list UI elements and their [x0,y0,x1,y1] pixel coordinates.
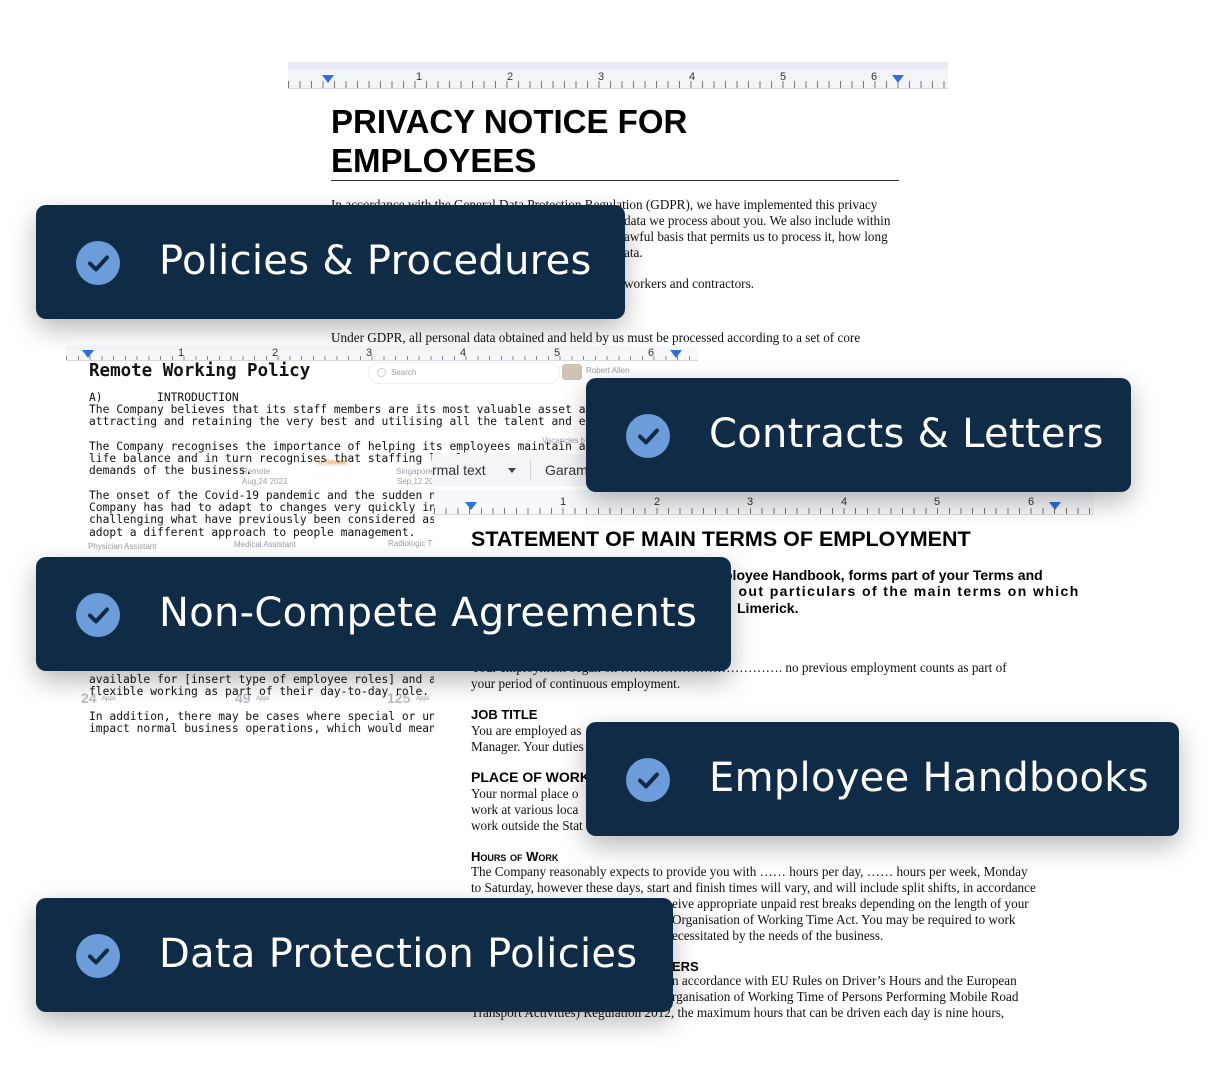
toolbar-separator [530,460,531,480]
avatar [562,364,582,380]
document-title: PRIVACY NOTICE FOR [331,103,688,140]
paragraph-line: data we process about you. We also inclu… [624,213,891,228]
section-heading: JOB TITLE [471,707,537,722]
badge-contracts-letters[interactable]: Contracts & Letters [586,378,1131,492]
badge-label: Employee Handbooks [709,755,1149,801]
check-circle-icon [626,414,670,458]
paragraph-line: eive appropriate unpaid rest breaks depe… [672,896,1029,911]
paragraph-line: Under GDPR, all personal data obtained a… [331,330,861,345]
badge-label: Data Protection Policies [159,931,638,977]
badge-data-protection-policies[interactable]: Data Protection Policies [36,898,673,1012]
document-title: Remote Working Policy [89,361,311,381]
paragraph-line: Organisation of Working Time Act. You ma… [672,912,1016,927]
badge-label: Policies & Procedures [159,238,592,284]
intro-bold-line: s out particulars of the main terms on w… [724,583,1080,599]
paragraph-line: workers and contractors. [624,276,754,291]
paragraph-line: adopt a different approach to people man… [89,526,416,539]
ruler-number: 6 [1027,496,1035,508]
paragraph-line: ata. [624,245,643,260]
chevron-down-icon[interactable] [508,468,516,473]
section-heading-text: JOB TITLE [471,707,538,722]
paragraph-line: impact normal business operations, which… [89,722,470,735]
faint-text: Physician Assistant [88,542,157,551]
document-title-line2: EMPLOYEES [331,142,537,179]
badge-policies-procedures[interactable]: Policies & Procedures [36,205,625,319]
paragraph-line: Your normal place o [471,786,579,801]
remote-ruler[interactable]: 1 2 3 4 5 6 [66,346,698,361]
check-circle-icon [76,593,120,637]
paragraph-line: The Company reasonably expects to provid… [471,864,1028,879]
ruler-number: 5 [933,496,941,508]
paragraph-line: challenging what have previously been co… [89,513,477,526]
paragraph-line: rganisation of Working Time of Persons P… [672,989,1019,1004]
check-circle-icon [76,934,120,978]
section-heading: ERS [672,959,699,974]
paragraph-line: awful basis that permits us to process i… [624,229,888,244]
intro-bold-line: Limerick. [737,600,799,616]
title-divider [331,180,899,181]
intro-bold-line: ployee Handbook, forms part of your Term… [724,567,1043,583]
badge-label: Contracts & Letters [709,411,1104,457]
faint-text: Singapore [396,467,433,476]
check-circle-icon [626,758,670,802]
statement-ruler[interactable]: 1 2 3 4 5 6 [434,490,1094,515]
search-icon [377,368,386,377]
badge-label: Non-Compete Agreements [159,590,698,636]
paragraph-line: demands of the business. [89,464,253,477]
faint-search-placeholder: Search [391,368,417,377]
paragraph-line: n accordance with EU Rules on Driver’s H… [672,973,1017,988]
paragraph-line: You are employed as [471,723,582,738]
section-heading: Hours of Work [471,849,559,864]
faint-text: Medical Assistant [234,540,296,549]
privacy-ruler[interactable]: 1 2 3 4 5 6 [288,62,948,89]
faint-search-field[interactable]: Search [368,362,560,384]
faint-text: Radiologic T [388,539,433,548]
paragraph-line: flexible working as part of their day-to… [89,685,430,698]
font-family-select[interactable]: Garam [545,462,588,478]
badge-employee-handbooks[interactable]: Employee Handbooks [586,722,1179,836]
paragraph-line: ecessitated by the needs of the business… [672,928,884,943]
paragraph-line: Manager. Your duties [471,739,584,754]
paragraph-line: work outside the Stat [471,818,583,833]
paragraph-style-select[interactable]: rmal text [432,462,486,478]
faint-text: Aug,24 2023 [242,477,288,486]
section-heading: PLACE OF WORK [471,769,590,785]
ruler-number: 3 [746,496,754,508]
badge-non-compete-agreements[interactable]: Non-Compete Agreements [36,557,731,671]
paragraph-line: work at various loca [471,802,579,817]
document-title: STATEMENT OF MAIN TERMS OF EMPLOYMENT [471,527,971,551]
paragraph-line: your period of continuous employment. [471,676,681,691]
ruler-number: 4 [840,496,848,508]
faint-user-name: Robert Allen [586,366,630,375]
ruler-number: 2 [653,496,661,508]
ruler-number: 1 [559,496,567,508]
check-circle-icon [76,241,120,285]
paragraph-line: to Saturday, however these days, start a… [471,880,1036,895]
